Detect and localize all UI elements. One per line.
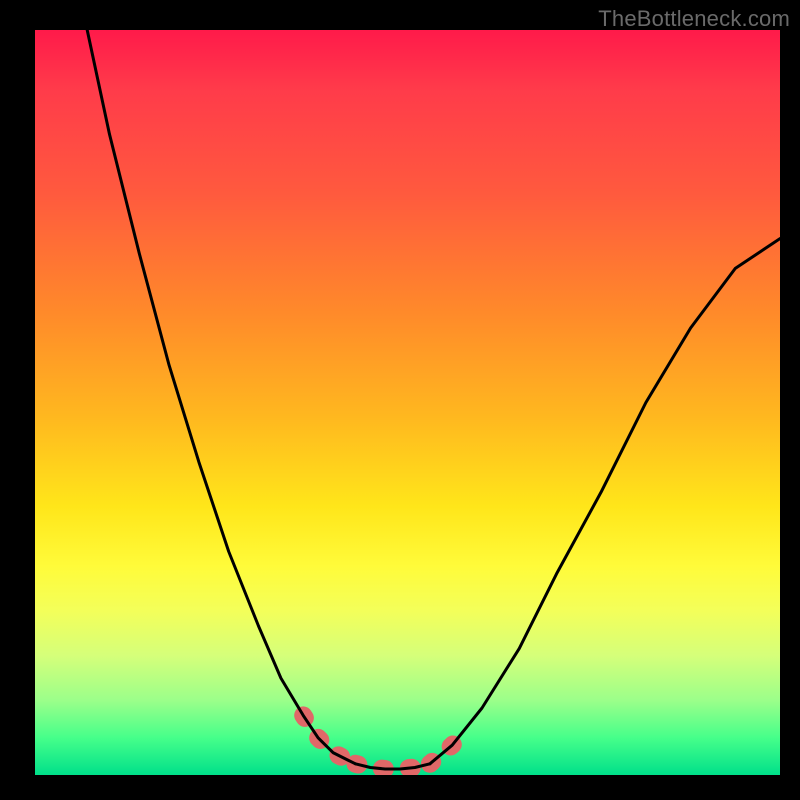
- curve-layer: [35, 30, 780, 775]
- main-curve-right: [430, 239, 780, 764]
- highlight-segment-left: [303, 715, 355, 763]
- chart-frame: TheBottleneck.com: [0, 0, 800, 800]
- main-curve-left: [87, 30, 355, 764]
- watermark-text: TheBottleneck.com: [598, 6, 790, 32]
- plot-area: [35, 30, 780, 775]
